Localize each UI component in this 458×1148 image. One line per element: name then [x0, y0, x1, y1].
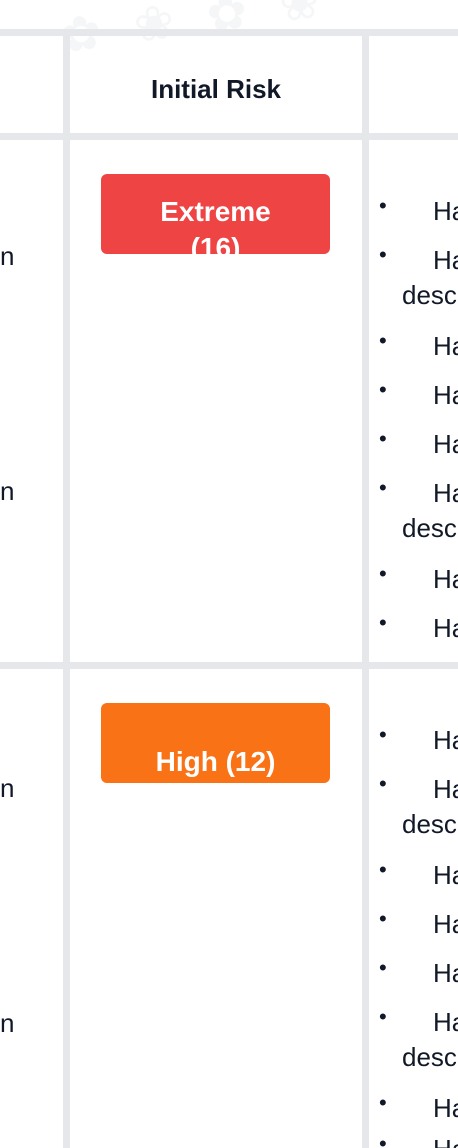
- cut-off-text: n: [0, 476, 15, 506]
- column-header-initial-risk[interactable]: Initial Risk: [70, 36, 362, 136]
- risk-table-viewport: ✿ ❀ ✿ ❀ Initial Risk n n Extreme (16) • H…: [0, 0, 458, 1148]
- column-divider-left: [63, 29, 70, 1148]
- hazard-list: •Ha •Hadesc •Ha •Ha •Ha •Hadesc •Ha •Ha: [379, 722, 458, 1148]
- column-divider-right: [362, 29, 369, 1148]
- risk-badge-label: High (12): [155, 746, 276, 777]
- risk-badge-high: High (12): [101, 703, 330, 783]
- cut-off-text: n: [0, 773, 15, 803]
- cut-off-text: n: [0, 241, 15, 271]
- risk-badge-label: Extreme (16): [160, 196, 271, 254]
- cut-off-text: n: [0, 1008, 15, 1038]
- risk-badge-extreme: Extreme (16): [101, 174, 330, 254]
- column-header-label: Initial Risk: [150, 73, 282, 104]
